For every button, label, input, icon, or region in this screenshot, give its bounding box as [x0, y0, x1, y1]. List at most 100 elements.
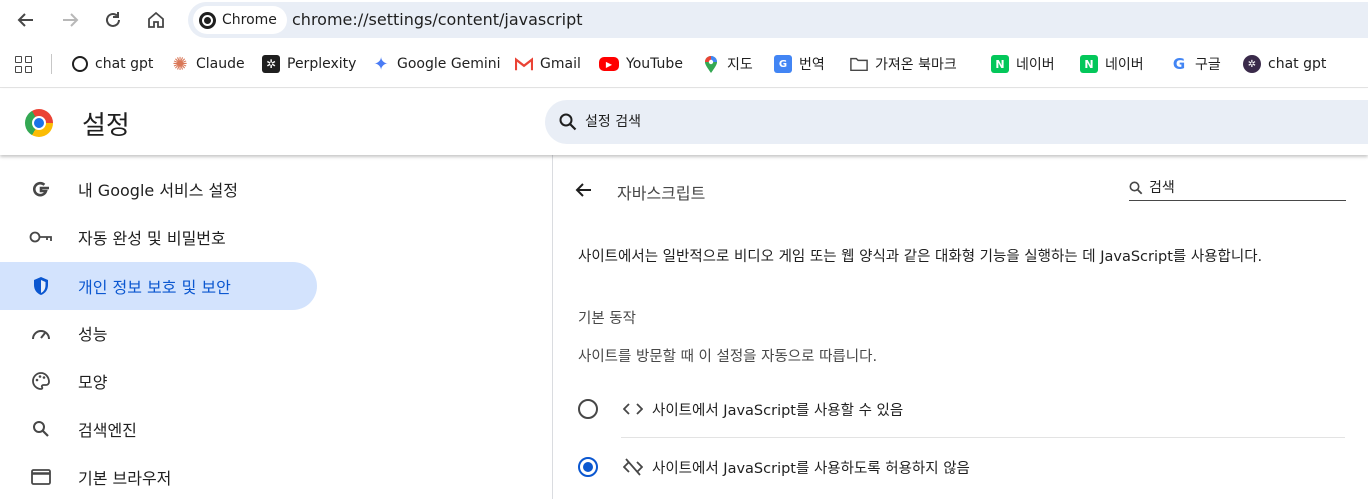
settings-search-box[interactable]: [545, 100, 1368, 144]
panel-back-button[interactable]: [571, 177, 597, 203]
bookmark-gemini[interactable]: ✦ Google Gemini: [372, 52, 501, 76]
default-behavior-subtext: 사이트를 방문할 때 이 설정을 자동으로 따릅니다.: [578, 349, 878, 365]
bookmark-chat-gpt[interactable]: chat gpt: [72, 52, 153, 76]
bookmark-label: 가져온 북마크: [875, 57, 957, 73]
bookmarks-bar: chat gpt ✺ Claude ✲ Perplexity ✦ Google …: [0, 40, 1368, 88]
bookmark-gmail[interactable]: Gmail: [515, 52, 581, 76]
home-icon: [148, 11, 164, 28]
javascript-description: 사이트에서는 일반적으로 비디오 게임 또는 웹 양식과 같은 대화형 기능을 …: [578, 249, 1263, 265]
sidebar-item-label: 자동 완성 및 비밀번호: [78, 229, 226, 248]
arrow-left-icon: [575, 183, 591, 197]
sidebar-item-google-services[interactable]: 내 Google 서비스 설정: [0, 165, 317, 213]
reload-button[interactable]: [98, 5, 128, 35]
panel-search-box[interactable]: [1129, 175, 1346, 201]
bookmark-naver-2[interactable]: N 네이버: [1080, 52, 1144, 76]
code-icon: [622, 398, 644, 420]
gemini-icon: ✦: [373, 53, 389, 75]
arrow-left-icon: [17, 13, 33, 27]
javascript-settings-panel: 자바스크립트 사이트에서는 일반적으로 비디오 게임 또는 웹 양식과 같은 대…: [552, 155, 1368, 499]
openai-icon: [72, 56, 88, 72]
shield-icon: [29, 274, 53, 298]
naver-icon: N: [991, 55, 1009, 73]
bookmark-folder-imported[interactable]: 가져온 북마크: [850, 52, 957, 76]
bookmark-maps[interactable]: 지도: [702, 52, 753, 76]
maps-icon: [702, 55, 720, 73]
sidebar-item-appearance[interactable]: 모양: [0, 357, 317, 405]
site-chip[interactable]: Chrome: [193, 6, 287, 34]
forward-button[interactable]: [55, 5, 85, 35]
back-button[interactable]: [11, 5, 41, 35]
sidebar-item-label: 기본 브라우저: [78, 469, 172, 488]
gmail-icon: [515, 55, 533, 73]
chrome-icon: [199, 11, 216, 29]
bookmark-youtube[interactable]: ▶ YouTube: [599, 52, 683, 76]
option-label: 사이트에서 JavaScript를 사용하도록 허용하지 않음: [652, 460, 970, 477]
bookmark-chat-gpt-2[interactable]: ✲ chat gpt: [1243, 52, 1326, 76]
search-icon: [29, 417, 53, 441]
bookmark-label: Google Gemini: [397, 56, 501, 72]
default-behavior-heading: 기본 동작: [578, 311, 636, 327]
option-allow-javascript[interactable]: 사이트에서 JavaScript를 사용할 수 있음: [578, 387, 1345, 431]
bookmark-label: 네이버: [1016, 57, 1055, 73]
browser-toolbar: Chrome chrome://settings/content/javascr…: [0, 0, 1368, 40]
bookmark-translate[interactable]: G 번역: [774, 52, 825, 76]
bookmark-label: 번역: [799, 57, 825, 73]
sidebar-item-label: 개인 정보 보호 및 보안: [78, 278, 231, 297]
bookmark-label: YouTube: [626, 56, 683, 72]
perplexity-icon: ✲: [262, 55, 280, 73]
bookmark-label: Gmail: [540, 56, 581, 72]
sidebar-item-privacy-security[interactable]: 개인 정보 보호 및 보안: [0, 262, 317, 310]
youtube-icon: ▶: [599, 57, 619, 71]
translate-icon: G: [774, 55, 792, 73]
panel-title: 자바스크립트: [617, 184, 706, 203]
sidebar-item-label: 내 Google 서비스 설정: [78, 181, 238, 200]
panel-search-input[interactable]: [1149, 179, 1329, 196]
bookmark-label: chat gpt: [95, 56, 154, 72]
bookmark-google[interactable]: G 구글: [1170, 52, 1221, 76]
address-bar[interactable]: Chrome chrome://settings/content/javascr…: [188, 2, 1368, 38]
code-off-icon: [622, 456, 644, 478]
browser-window-icon: [29, 465, 53, 489]
claude-icon: ✺: [172, 53, 188, 75]
sidebar-item-label: 검색엔진: [78, 421, 137, 440]
naver-icon: N: [1080, 55, 1098, 73]
bookmarks-divider: [51, 54, 52, 74]
folder-icon: [850, 55, 868, 73]
bookmark-label: Perplexity: [287, 56, 357, 72]
bookmark-label: chat gpt: [1268, 56, 1327, 72]
palette-icon: [29, 369, 53, 393]
sidebar-item-search-engine[interactable]: 검색엔진: [0, 405, 317, 453]
arrow-right-icon: [63, 13, 79, 27]
bookmark-claude[interactable]: ✺ Claude: [171, 52, 245, 76]
search-icon: [559, 113, 577, 131]
option-block-javascript[interactable]: 사이트에서 JavaScript를 사용하도록 허용하지 않음: [578, 445, 1345, 489]
google-g-icon: [29, 177, 53, 201]
bookmark-label: 구글: [1195, 57, 1221, 73]
url-text[interactable]: chrome://settings/content/javascript: [292, 10, 583, 29]
gauge-icon: [29, 321, 53, 345]
radio-block-javascript[interactable]: [578, 457, 598, 477]
key-icon: [29, 225, 53, 249]
settings-search-input[interactable]: [585, 114, 1185, 130]
sidebar-item-default-browser[interactable]: 기본 브라우저: [0, 453, 317, 501]
bookmark-perplexity[interactable]: ✲ Perplexity: [262, 52, 356, 76]
google-icon: G: [1172, 55, 1186, 73]
sidebar-item-label: 성능: [78, 325, 108, 344]
option-divider: [621, 437, 1345, 438]
page-title: 설정: [82, 111, 130, 141]
settings-header: 설정: [0, 89, 1368, 155]
sidebar-item-label: 모양: [78, 373, 108, 392]
bookmark-label: 네이버: [1105, 57, 1144, 73]
radio-allow-javascript[interactable]: [578, 399, 598, 419]
site-chip-label: Chrome: [222, 12, 277, 28]
bookmark-naver-1[interactable]: N 네이버: [991, 52, 1055, 76]
sidebar-item-autofill[interactable]: 자동 완성 및 비밀번호: [0, 213, 317, 261]
sidebar-item-performance[interactable]: 성능: [0, 309, 317, 357]
settings-sidebar: 내 Google 서비스 설정 자동 완성 및 비밀번호 개인 정보 보호 및 …: [0, 155, 552, 499]
apps-grid-icon[interactable]: [15, 56, 33, 74]
option-label: 사이트에서 JavaScript를 사용할 수 있음: [652, 402, 904, 419]
bookmark-label: Claude: [196, 56, 245, 72]
openai-icon: ✲: [1243, 55, 1261, 73]
reload-icon: [106, 12, 120, 27]
home-button[interactable]: [141, 5, 171, 35]
